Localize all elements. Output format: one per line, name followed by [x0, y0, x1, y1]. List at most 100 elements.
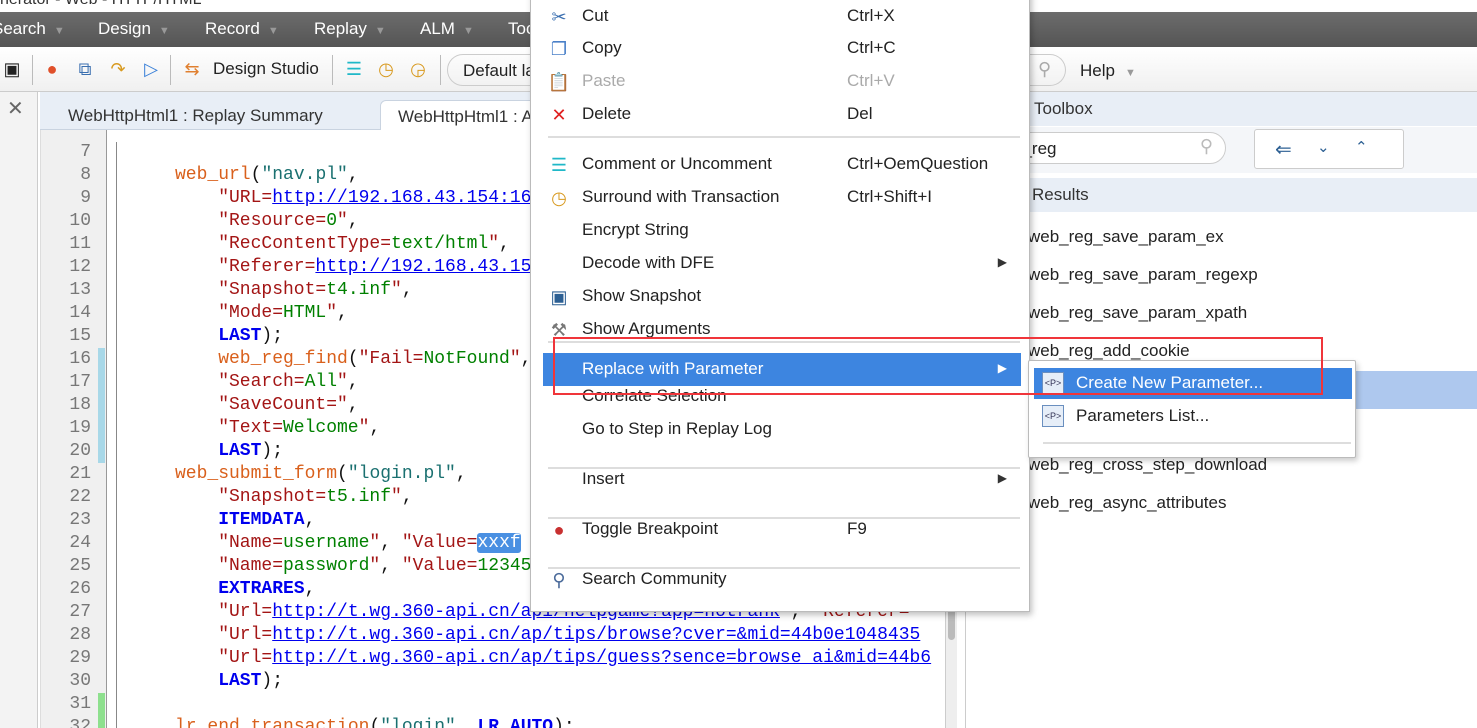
code-token: (: [337, 464, 348, 484]
script-icon[interactable]: ⧉: [73, 57, 97, 81]
code-token: ,: [380, 533, 402, 553]
collapse-all-icon[interactable]: ⌃: [1355, 138, 1368, 156]
code-text: "Resource=0",: [218, 210, 358, 233]
code-token: "Search=: [218, 372, 305, 392]
line-number: 24: [69, 533, 91, 553]
menu-record[interactable]: Record ▼: [205, 19, 279, 39]
menu-item-label: Show Arguments: [582, 319, 711, 338]
code-line[interactable]: 32 lr_end_transaction("login", LR_AUTO);: [41, 716, 941, 728]
transaction-icon: ◷: [551, 188, 567, 208]
menu-item-cut[interactable]: ✂ Cut Ctrl+X: [543, 0, 1021, 33]
menu-item-comment-or-uncomment[interactable]: ☰ Comment or Uncomment Ctrl+OemQuestion: [543, 148, 1021, 181]
context-menu: ✂ Cut Ctrl+X ❐ Copy Ctrl+C 📋 Paste Ctrl+V ✕ Delete…: [530, 0, 1030, 612]
parameters-list-icon: <P>: [1042, 405, 1064, 427]
change-marker: [98, 394, 105, 417]
menu-item-delete[interactable]: ✕ Delete Del: [543, 98, 1021, 131]
code-token: ,: [401, 487, 413, 507]
result-item[interactable]: web_reg_async_attributes: [966, 485, 1477, 523]
menu-design[interactable]: Design ▼: [98, 19, 170, 39]
menu-item-label: Copy: [582, 38, 622, 57]
design-studio-button[interactable]: Design Studio: [213, 59, 319, 79]
parameters-list-item[interactable]: <P> Parameters List...: [1034, 401, 1352, 432]
line-number: 15: [69, 326, 91, 346]
code-text: "Url=http://t.wg.360-api.cn/ap/tips/brow…: [218, 624, 920, 647]
menu-item-label: Search Community: [582, 569, 727, 588]
menu-item-label: Insert: [582, 469, 625, 488]
transaction-start-icon[interactable]: ◷: [374, 57, 398, 81]
code-line[interactable]: 29 "Url=http://t.wg.360-api.cn/ap/tips/gu…: [41, 647, 941, 670]
menu-item-label: Comment or Uncomment: [582, 154, 772, 173]
code-token: lr_end_transaction: [175, 717, 370, 728]
code-token: ": [337, 372, 348, 392]
code-token: ,: [401, 280, 413, 300]
comment-icon[interactable]: ☰: [342, 57, 366, 81]
line-number: 31: [69, 694, 91, 714]
line-number: 21: [69, 464, 91, 484]
close-icon[interactable]: ✕: [7, 96, 24, 121]
menu-help[interactable]: Help ▼: [1080, 61, 1136, 81]
line-number: 9: [80, 188, 91, 208]
menu-replay[interactable]: Replay ▼: [314, 19, 386, 39]
annotation-highlight-box: [553, 337, 1323, 395]
code-token: "Url=: [218, 625, 273, 645]
menu-label: Design: [98, 19, 151, 38]
record-icon[interactable]: ●: [40, 57, 64, 81]
menu-item-paste[interactable]: 📋 Paste Ctrl+V: [543, 65, 1021, 98]
menu-item-shortcut: Ctrl+V: [847, 71, 895, 90]
line-number: 12: [69, 257, 91, 277]
menu-item-go-to-step-in-replay-log[interactable]: Go to Step in Replay Log: [543, 413, 1021, 446]
menu-item-show-snapshot[interactable]: ▣ Show Snapshot: [543, 280, 1021, 313]
line-number: 8: [80, 165, 91, 185]
code-token: ,: [304, 510, 316, 530]
menu-item-label: Paste: [582, 71, 626, 90]
tab-replay-summary[interactable]: WebHttpHtml1 : Replay Summary: [40, 100, 351, 130]
menu-alm[interactable]: ALM ▼: [420, 19, 474, 39]
code-token: "Value=: [401, 556, 478, 576]
search-icon[interactable]: ⚲: [1030, 54, 1066, 86]
code-token: ,: [337, 303, 348, 323]
menu-item-decode-with-dfe[interactable]: Decode with DFE ▶: [543, 247, 1021, 280]
back-arrow-icon[interactable]: ⇐: [1275, 137, 1292, 162]
code-token: 12345: [477, 556, 532, 576]
line-number: 11: [69, 234, 91, 254]
search-icon[interactable]: ⚲: [1200, 136, 1213, 157]
comment-icon: ☰: [550, 155, 568, 175]
menu-search[interactable]: Search ▼: [0, 19, 65, 39]
code-token: ITEMDATA: [218, 510, 305, 530]
code-text: "SaveCount=",: [218, 394, 358, 417]
transaction-end-icon[interactable]: ◶: [406, 57, 430, 81]
menu-item-copy[interactable]: ❐ Copy Ctrl+C: [543, 32, 1021, 65]
line-number: 7: [80, 142, 91, 162]
toolbox-search-row: b_reg ⚲ ⇐ ⌄ ⌃: [966, 127, 1477, 173]
line-number: 22: [69, 487, 91, 507]
change-marker: [98, 417, 105, 440]
code-token: ": [358, 418, 370, 438]
code-line[interactable]: 28 "Url=http://t.wg.360-api.cn/ap/tips/br…: [41, 624, 941, 647]
code-token: "login.pl": [347, 464, 456, 484]
menu-item-surround-with-transaction[interactable]: ◷ Surround with Transaction Ctrl+Shift+I: [543, 181, 1021, 214]
step-over-icon[interactable]: ↷: [106, 57, 130, 81]
menu-item-encrypt-string[interactable]: Encrypt String: [543, 214, 1021, 247]
result-item[interactable]: web_reg_save_param_regexp: [966, 257, 1477, 295]
line-number: 25: [69, 556, 91, 576]
code-line[interactable]: 30 LAST);: [41, 670, 941, 693]
divider: [548, 517, 1020, 519]
code-text: "RecContentType=text/html",: [218, 233, 510, 256]
result-item[interactable]: web_reg_save_param_ex: [966, 219, 1477, 257]
code-token: "login": [380, 717, 456, 728]
code-token: "URL=: [218, 188, 273, 208]
code-line[interactable]: 31: [41, 693, 941, 716]
change-marker: [98, 348, 105, 371]
play-icon[interactable]: ▷: [139, 57, 163, 81]
code-token: web_reg_find: [218, 349, 348, 369]
code-token: t5.inf: [326, 487, 392, 507]
code-text: EXTRARES,: [218, 578, 315, 601]
design-studio-icon[interactable]: ⇆: [180, 57, 204, 81]
code-token: web_url: [175, 165, 251, 185]
toolbox-search-input[interactable]: b_reg ⚲: [996, 132, 1226, 164]
expand-all-icon[interactable]: ⌄: [1317, 138, 1330, 156]
divider: [440, 55, 441, 85]
result-item[interactable]: web_reg_save_param_xpath: [966, 295, 1477, 333]
code-token: ,: [347, 211, 359, 231]
runtime-settings-icon[interactable]: ▣: [0, 57, 24, 81]
